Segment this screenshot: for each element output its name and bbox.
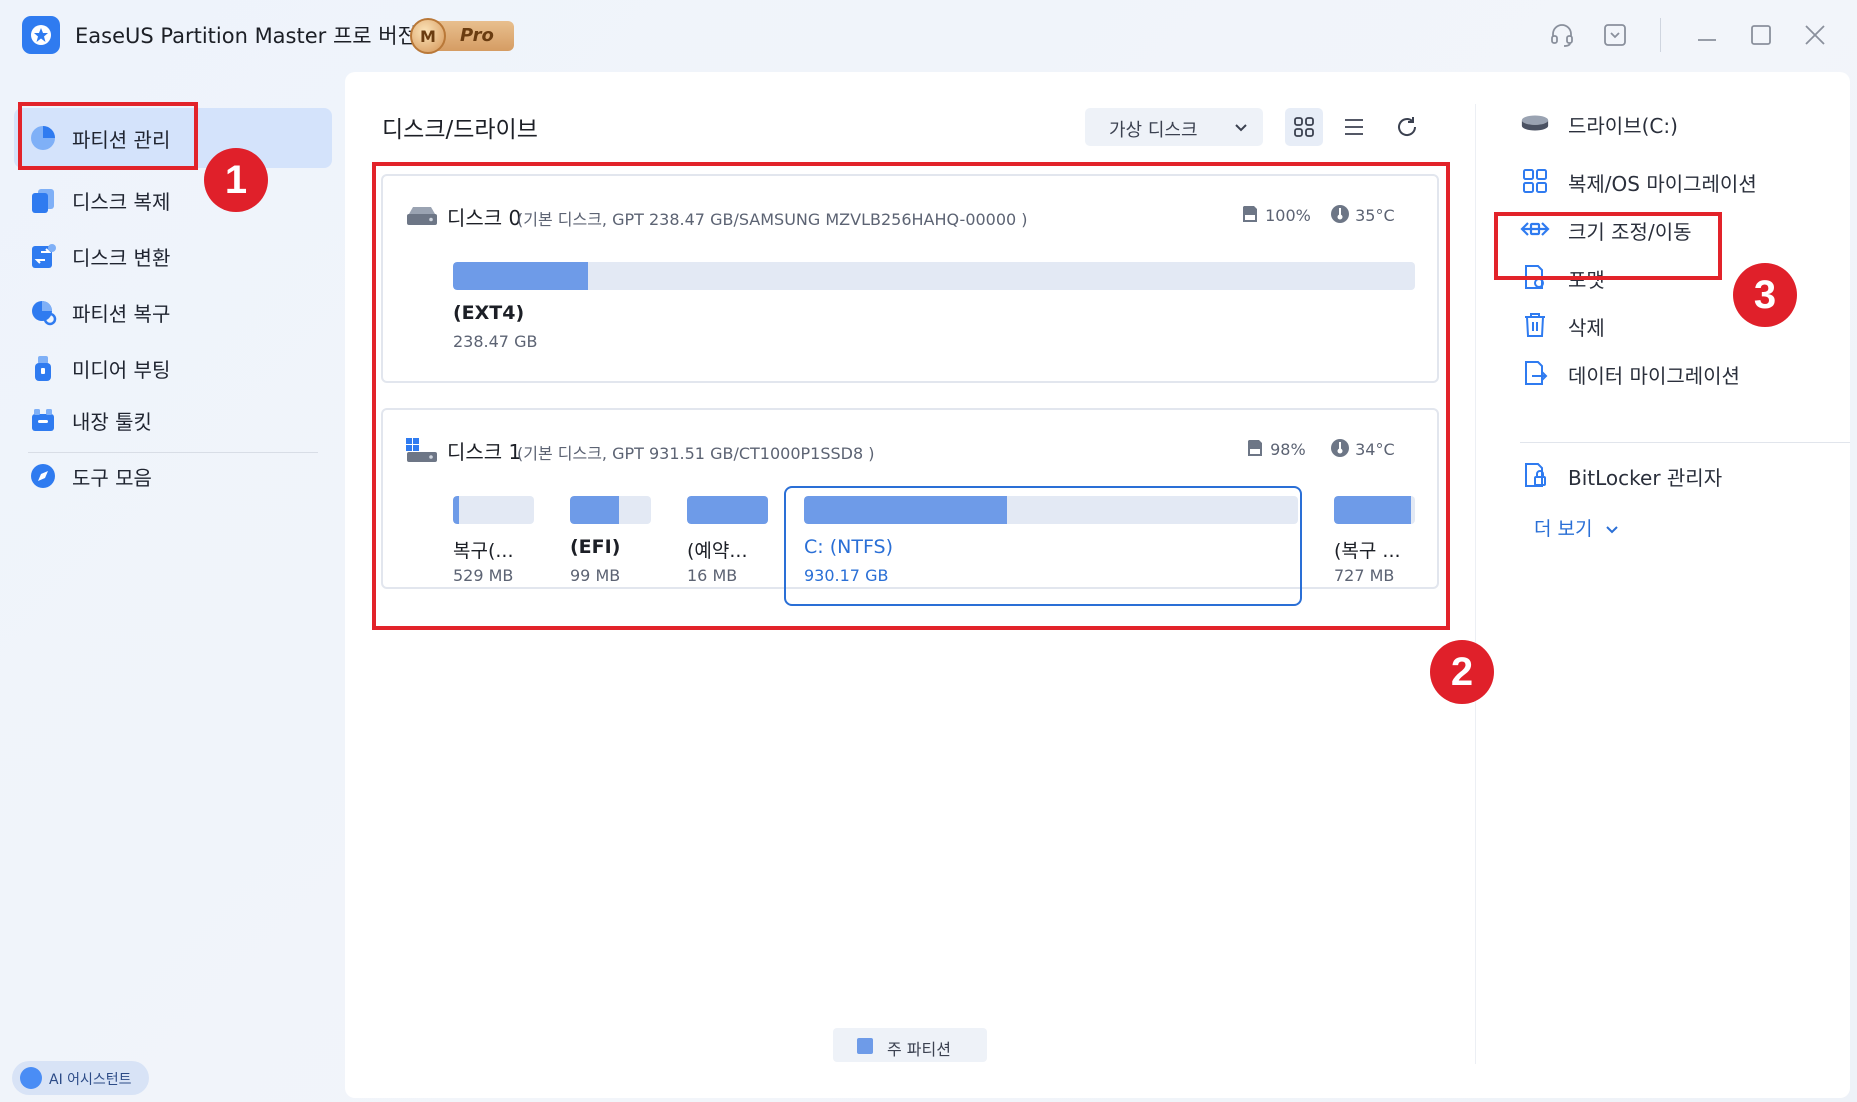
more-link[interactable]: 더 보기	[1534, 514, 1619, 541]
minimize-icon[interactable]	[1690, 18, 1724, 52]
action-label: 삭제	[1568, 316, 1605, 340]
headset-support-icon[interactable]	[1545, 18, 1579, 52]
sidebar-item-label: 미디어 부팅	[72, 357, 171, 382]
sidebar: 파티션 관리 디스크 복제 디스크 변환 파티션 복구 미디어 부팅 내장 툴킷	[0, 72, 340, 1102]
migrate-icon	[1520, 166, 1550, 196]
sidebar-item-label: 내장 툴킷	[72, 409, 152, 434]
clone-icon	[28, 185, 58, 215]
pro-medal-icon: M	[410, 18, 446, 54]
action-label: 복제/OS 마이그레이션	[1568, 172, 1757, 196]
sidebar-item-tools[interactable]: 도구 모음	[14, 446, 332, 506]
annotation-box-2	[372, 162, 1450, 630]
sidebar-item-label: 디스크 복제	[72, 189, 171, 214]
annotation-number-1: 1	[204, 148, 268, 212]
sidebar-item-boot-media[interactable]: 미디어 부팅	[14, 338, 332, 398]
virtual-disk-dropdown[interactable]: 가상 디스크	[1085, 108, 1263, 146]
annotation-box-3	[1494, 212, 1722, 280]
sidebar-item-label: 디스크 변환	[72, 245, 171, 270]
sidebar-item-label: 도구 모음	[72, 465, 152, 490]
annotation-number-2: 2	[1430, 640, 1494, 704]
action-divider	[1520, 442, 1850, 443]
maximize-icon[interactable]	[1744, 18, 1778, 52]
grid-view-icon[interactable]	[1285, 108, 1323, 146]
action-clone-os-migration[interactable]: 복제/OS 마이그레이션	[1520, 160, 1830, 200]
page-title: 디스크/드라이브	[382, 117, 538, 143]
chevron-down-icon	[1605, 526, 1618, 534]
robot-icon	[20, 1067, 42, 1089]
virtual-disk-label: 가상 디스크	[1109, 120, 1198, 141]
refresh-icon[interactable]	[1388, 108, 1426, 146]
dropdown-menu-icon[interactable]	[1598, 18, 1632, 52]
sidebar-item-label: 파티션 복구	[72, 301, 171, 326]
panel-divider	[1475, 104, 1476, 1064]
legend-label: 주 파티션	[887, 1040, 951, 1059]
legend-swatch	[857, 1038, 873, 1054]
action-label: 데이터 마이그레이션	[1568, 364, 1740, 388]
compass-icon	[28, 461, 58, 491]
drive-icon	[1520, 108, 1550, 138]
data-migrate-icon	[1520, 358, 1550, 388]
recover-icon	[28, 297, 58, 327]
drive-label: 드라이브(C:)	[1568, 114, 1678, 138]
toolkit-icon	[28, 405, 58, 435]
sidebar-item-partition-recovery[interactable]: 파티션 복구	[14, 282, 332, 342]
usb-icon	[28, 353, 58, 383]
annotation-box-1	[18, 102, 198, 170]
bitlocker-icon	[1520, 460, 1550, 490]
title-bar: EaseUS Partition Master 프로 버전 Pro M	[0, 0, 1857, 72]
ai-assistant-label: AI 어시스턴트	[49, 1072, 132, 1088]
close-icon[interactable]	[1798, 18, 1832, 52]
sidebar-item-disk-clone[interactable]: 디스크 복제	[14, 170, 332, 230]
app-title: EaseUS Partition Master 프로 버전	[75, 24, 417, 48]
titlebar-divider	[1660, 18, 1661, 52]
app-logo-icon	[22, 16, 60, 54]
annotation-number-3: 3	[1733, 263, 1797, 327]
pro-badge: Pro M	[410, 18, 514, 54]
sidebar-item-disk-convert[interactable]: 디스크 변환	[14, 226, 332, 286]
trash-icon	[1520, 310, 1550, 340]
convert-icon	[28, 241, 58, 271]
more-label: 더 보기	[1534, 518, 1593, 540]
action-label: BitLocker 관리자	[1568, 466, 1723, 490]
sidebar-item-toolkit[interactable]: 내장 툴킷	[14, 390, 332, 450]
list-view-icon[interactable]	[1335, 108, 1373, 146]
action-data-migration[interactable]: 데이터 마이그레이션	[1520, 352, 1830, 392]
ai-assistant-button[interactable]: AI 어시스턴트	[12, 1061, 149, 1095]
partition-legend: 주 파티션	[833, 1028, 987, 1062]
pro-badge-label: Pro	[460, 25, 494, 46]
action-bitlocker[interactable]: BitLocker 관리자	[1520, 454, 1830, 494]
drive-title: 드라이브(C:)	[1520, 102, 1830, 142]
chevron-down-icon	[1233, 119, 1249, 139]
